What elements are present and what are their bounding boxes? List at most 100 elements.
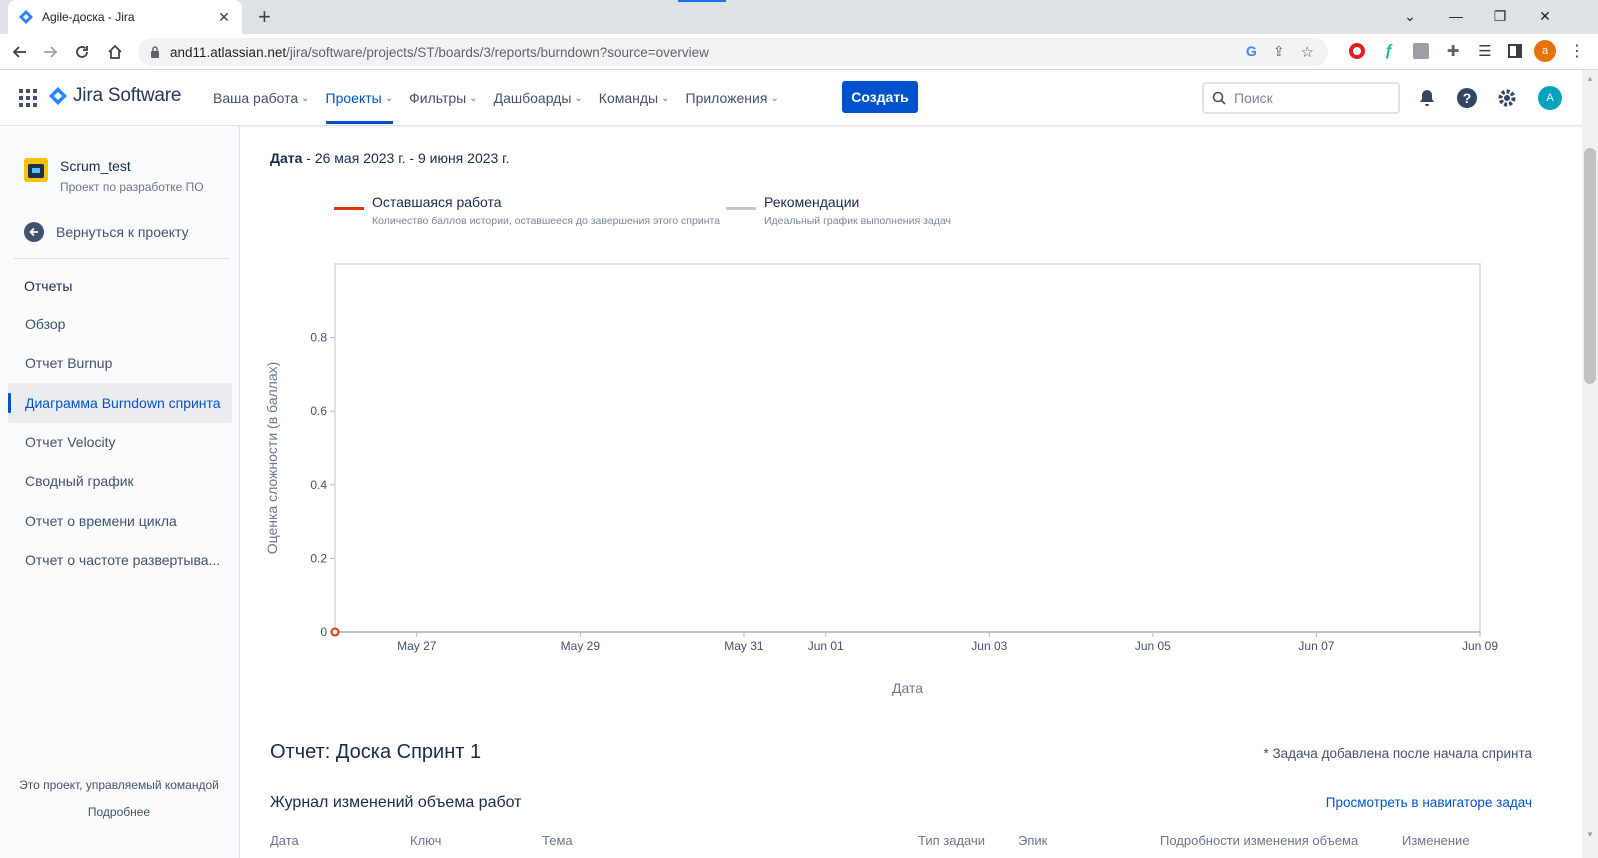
product-name: Jira Software [73, 85, 182, 106]
legend-swatch [334, 207, 364, 210]
scroll-down-icon[interactable]: ▼ [1586, 830, 1594, 839]
lock-icon [151, 46, 159, 58]
legend-guideline[interactable]: Рекомендации Идеальный график выполнения… [726, 194, 951, 227]
burndown-chart: 0 0.2 0.4 0.6 0.8 May 27 May 29 May 31 Jun 01 Jun… [264, 263, 1498, 696]
tab-search-icon[interactable]: ⌄ [1400, 8, 1420, 25]
forward-icon[interactable] [38, 40, 62, 64]
browser-menu-icon[interactable]: ⋮ [1566, 40, 1588, 62]
sidebar-divider [14, 258, 230, 259]
page-scrollbar[interactable]: ▲ ▼ [1582, 70, 1598, 858]
extensions-puzzle-icon[interactable]: ✚ [1442, 40, 1464, 62]
chevron-down-icon: ⌄ [469, 92, 478, 104]
learn-more-link[interactable]: Подробнее [0, 805, 238, 819]
jira-logo[interactable]: Jira Software [49, 85, 181, 107]
nav-item[interactable]: Приложения ⌄ [678, 70, 787, 126]
project-avatar-icon [24, 158, 48, 182]
notifications-icon[interactable] [1413, 84, 1441, 112]
legend-swatch [726, 207, 756, 210]
col-header[interactable]: Дата [270, 833, 299, 848]
home-icon[interactable] [103, 40, 127, 64]
screenshot-extension-icon[interactable] [1410, 40, 1432, 62]
side-panel-icon[interactable] [1504, 40, 1526, 62]
reload-icon[interactable] [70, 40, 94, 64]
col-header[interactable]: Тема [542, 833, 573, 848]
back-icon[interactable] [8, 40, 32, 64]
report-title: Отчет: Доска Спринт 1 [270, 741, 482, 763]
added-after-start-note: * Задача добавлена после начала спринта [1263, 746, 1532, 761]
x-tick-label: Jun 01 [808, 639, 844, 653]
x-tick-label: May 27 [397, 639, 437, 653]
nav-item[interactable]: Проекты ⌄ [318, 70, 402, 126]
scroll-up-icon[interactable]: ▲ [1586, 74, 1594, 83]
sidebar-report-item[interactable]: Отчет о частоте развертыва... [8, 540, 232, 580]
figma-extension-icon[interactable]: ƒ [1378, 40, 1400, 62]
nav-item[interactable]: Дашбоарды ⌄ [486, 70, 591, 126]
reports-section-title: Отчеты [24, 278, 73, 294]
legend-name: Оставшаяся работа [372, 194, 502, 210]
y-tick-label: 0 [320, 625, 327, 639]
chevron-down-icon: ⌄ [770, 92, 779, 104]
google-lens-icon[interactable]: G [1246, 43, 1257, 61]
new-tab-icon[interactable]: + [258, 6, 271, 28]
tab-close-icon[interactable]: ✕ [216, 9, 232, 26]
plot-frame [334, 263, 1481, 633]
help-icon[interactable]: ? [1453, 84, 1481, 112]
y-axis-label: Оценка сложности (в баллах) [264, 362, 280, 555]
profile-avatar[interactable]: a [1534, 40, 1556, 62]
close-window-icon[interactable]: ✕ [1535, 8, 1555, 25]
col-header[interactable]: Подробности изменения объема [1160, 833, 1358, 848]
bookmark-star-icon[interactable]: ☆ [1301, 43, 1314, 61]
address-bar[interactable]: and11.atlassian.net/jira/software/projec… [138, 38, 1328, 66]
opera-extension-icon[interactable] [1346, 40, 1368, 62]
sidebar-report-item[interactable]: Сводный график [8, 461, 232, 501]
settings-gear-icon[interactable] [1493, 84, 1521, 112]
share-icon[interactable]: ⇪ [1273, 43, 1285, 61]
back-to-project-link[interactable]: Вернуться к проекту [24, 222, 189, 242]
x-tick-label: Jun 09 [1462, 639, 1498, 653]
jira-favicon-icon [19, 10, 33, 24]
x-tick-label: Jun 03 [971, 639, 1007, 653]
col-header[interactable]: Эпик [1018, 833, 1047, 848]
team-managed-note: Это проект, управляемый командой [19, 778, 219, 792]
browser-toolbar: and11.atlassian.net/jira/software/projec… [0, 34, 1598, 70]
browser-tab[interactable]: Agile-доска - Jira ✕ [8, 0, 242, 34]
project-header[interactable]: Scrum_test Проект по разработке ПО [24, 158, 204, 194]
sidebar-report-item[interactable]: Отчет о времени цикла [8, 501, 232, 541]
nav-item-label: Проекты [325, 90, 382, 106]
jira-logo-icon [49, 87, 67, 105]
nav-item-label: Команды [598, 90, 659, 106]
back-label: Вернуться к проекту [56, 224, 189, 240]
restore-icon[interactable]: ❐ [1490, 8, 1510, 25]
search-icon [1212, 91, 1226, 105]
legend-desc: Идеальный график выполнения задач [764, 215, 951, 227]
x-tick-label: Jun 05 [1135, 639, 1171, 653]
col-header[interactable]: Ключ [410, 833, 441, 848]
sidebar-report-item[interactable]: Отчет Velocity [8, 422, 232, 462]
reading-list-icon[interactable]: ☰ [1474, 40, 1496, 62]
app-switcher-icon[interactable] [18, 88, 38, 108]
col-header[interactable]: Тип задачи [918, 833, 985, 848]
x-tick-label: May 31 [724, 639, 764, 653]
tab-title: Agile-доска - Jira [42, 10, 135, 24]
minimize-icon[interactable]: — [1446, 8, 1466, 24]
tab-indicator [678, 0, 726, 2]
view-in-issue-navigator-link[interactable]: Просмотреть в навигаторе задач [1326, 795, 1532, 810]
y-tick-label: 0.6 [310, 404, 327, 418]
sidebar-report-item[interactable]: Диаграмма Burndown спринта [8, 382, 232, 423]
date-range: Дата - 26 мая 2023 г. - 9 июня 2023 г. [270, 150, 509, 166]
nav-item[interactable]: Ваша работа ⌄ [205, 70, 318, 126]
scrollbar-thumb[interactable] [1584, 148, 1596, 384]
search-input[interactable]: Поиск [1202, 82, 1400, 114]
nav-item[interactable]: Фильтры ⌄ [401, 70, 485, 126]
nav-item-label: Дашбоарды [493, 90, 572, 106]
user-avatar[interactable]: A [1536, 84, 1564, 112]
report-content: Дата - 26 мая 2023 г. - 9 июня 2023 г. О… [240, 126, 1582, 858]
sidebar-report-item[interactable]: Обзор [8, 304, 232, 344]
col-header[interactable]: Изменение [1402, 833, 1470, 848]
sidebar-report-item[interactable]: Отчет Burnup [8, 343, 232, 383]
browser-tab-strip: Agile-доска - Jira ✕ + ⌄ — ❐ ✕ [0, 0, 1598, 34]
legend-remaining-work[interactable]: Оставшаяся работа Количество баллов исто… [334, 194, 720, 227]
nav-item[interactable]: Команды ⌄ [591, 70, 678, 126]
create-button[interactable]: Создать [842, 81, 918, 113]
chevron-down-icon: ⌄ [574, 92, 583, 104]
